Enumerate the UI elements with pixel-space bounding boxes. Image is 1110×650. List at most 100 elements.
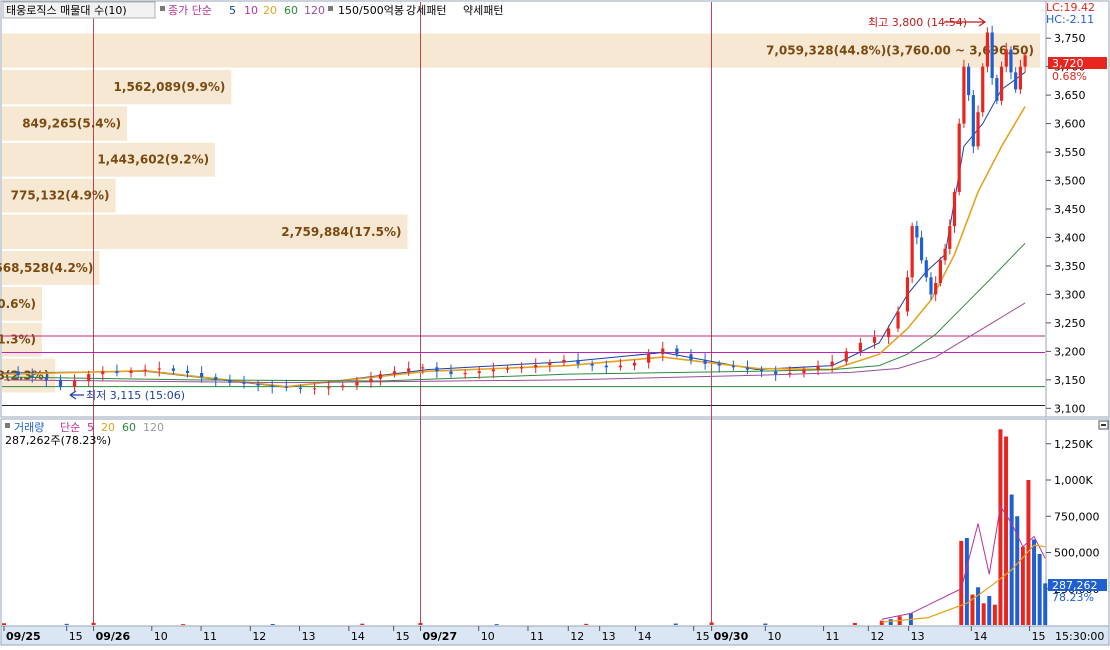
time-tick-label: 09/25: [6, 630, 41, 643]
candle-body: [929, 277, 933, 295]
candle-body: [435, 367, 439, 372]
time-tick-label: 15: [69, 630, 83, 643]
time-tick-label: 10: [481, 630, 495, 643]
price-tick-label: 3,400: [1054, 231, 1086, 244]
time-tick-label: 12: [570, 630, 584, 643]
price-tick-label: 3,500: [1054, 175, 1086, 188]
volume-title: 거래량: [14, 421, 44, 434]
candle-body: [967, 66, 971, 96]
volume-bar: [879, 620, 884, 625]
weak-pattern[interactable]: 약세패턴: [463, 3, 503, 17]
candle-body: [378, 374, 383, 379]
candle-body: [788, 373, 792, 375]
candle-body: [256, 383, 260, 386]
volume-bar: [1037, 553, 1042, 625]
candle-body: [995, 78, 999, 101]
candle-body: [101, 371, 105, 375]
volume-bar: [709, 622, 714, 625]
candle-body: [562, 359, 566, 363]
volume-current: 287,262주(78.23%): [5, 434, 111, 447]
volume-bar: [418, 622, 423, 625]
price-tick-label: 3,250: [1054, 317, 1086, 330]
volume-panel: [0, 418, 1047, 627]
candle-body: [369, 378, 373, 383]
volume-profile-label: 2,759,884(17.5%): [281, 225, 401, 239]
price-tick-label: 3,300: [1054, 288, 1086, 301]
ma-label[interactable]: 종가 단순: [168, 4, 212, 17]
volume-bar: [998, 429, 1003, 625]
candle-body: [910, 226, 914, 278]
candle-body: [392, 371, 397, 375]
candle-body: [905, 277, 910, 312]
time-tick-label: 11: [530, 630, 544, 643]
candle-body: [990, 32, 994, 79]
candle-body: [632, 362, 637, 366]
volume-profile-label: 1,443,602(9.2%): [97, 153, 209, 167]
candle-body: [58, 379, 63, 387]
volume-bar: [992, 604, 997, 625]
candle-body: [298, 387, 303, 389]
volume-bar: [64, 623, 69, 625]
volume-profile-label: 775,132(4.9%): [11, 189, 110, 203]
time-tick-label: 13: [302, 630, 316, 643]
candle-body: [999, 66, 1004, 101]
volume-ma-120: 120: [143, 421, 164, 434]
candle-body: [115, 371, 119, 373]
candle-body: [590, 363, 594, 366]
time-tick-label: 15: [396, 630, 410, 643]
pattern-square-icon: [328, 6, 333, 11]
candle-body: [830, 361, 834, 366]
pattern-toggle[interactable]: 150/500억봉: [338, 4, 404, 17]
price-tick-label: 3,100: [1054, 402, 1086, 415]
candle-body: [844, 351, 848, 362]
price-tick-label: 3,350: [1054, 260, 1086, 273]
price-tick-label: 3,650: [1054, 89, 1086, 102]
price-tick-label: 3,600: [1054, 118, 1086, 131]
time-tick-label: 11: [826, 630, 840, 643]
volume-profile-label: 202,430(1.3%): [0, 333, 36, 347]
chart-canvas: 7,059,328(44.8%)(3,760.00 ~ 3,696.50) 1,5…: [0, 0, 1110, 646]
candle-body: [44, 376, 48, 380]
candle-body: [16, 371, 20, 376]
time-tick-label: 15: [1032, 630, 1046, 643]
time-tick-label: 10: [154, 630, 168, 643]
volume-tick-label: 500,000: [1054, 547, 1100, 560]
candle-body: [1023, 55, 1027, 67]
candle-body: [985, 32, 990, 67]
strong-pattern[interactable]: 강세패턴: [406, 4, 446, 17]
volume-bar: [763, 623, 768, 625]
time-tick-label: 09/30: [714, 630, 749, 643]
candle-body: [548, 362, 552, 366]
volume-bar: [494, 624, 499, 626]
volume-bar: [181, 624, 186, 626]
ma-period-20: 20: [263, 4, 277, 17]
candle-body: [887, 328, 891, 338]
candle-body: [717, 363, 721, 366]
volume-ma-60: 60: [122, 421, 136, 434]
candle-body: [505, 368, 510, 370]
candle-body: [952, 191, 957, 227]
volume-tick-label: 1,250K: [1054, 438, 1093, 451]
candle-body: [87, 374, 91, 381]
time-tick-label: 14: [351, 630, 365, 643]
volume-bar: [1009, 494, 1014, 625]
time-tick-label: 11: [203, 630, 217, 643]
candle-body: [214, 376, 218, 380]
ma-period-60: 60: [284, 4, 298, 17]
price-tick-label: 3,450: [1054, 203, 1086, 216]
volume-bar: [987, 596, 992, 625]
time-tick-label: 13: [602, 630, 616, 643]
volume-bar: [360, 623, 365, 625]
candle-body: [1014, 72, 1018, 90]
ma-square-icon: [160, 6, 165, 11]
candle-body: [30, 375, 34, 377]
volume-tick-label: 750,000: [1054, 510, 1100, 523]
volume-bar: [852, 622, 857, 625]
volume-profile-label: 98,149(0.6%): [0, 297, 36, 311]
time-axis-end: 15:30:00: [1055, 630, 1104, 643]
volume-bar: [91, 622, 96, 625]
price-tick-label: 3,750: [1054, 32, 1086, 45]
volume-profile-label: 668,528(4.2%): [0, 261, 93, 275]
candle-body: [157, 368, 161, 370]
candle-body: [919, 237, 924, 261]
